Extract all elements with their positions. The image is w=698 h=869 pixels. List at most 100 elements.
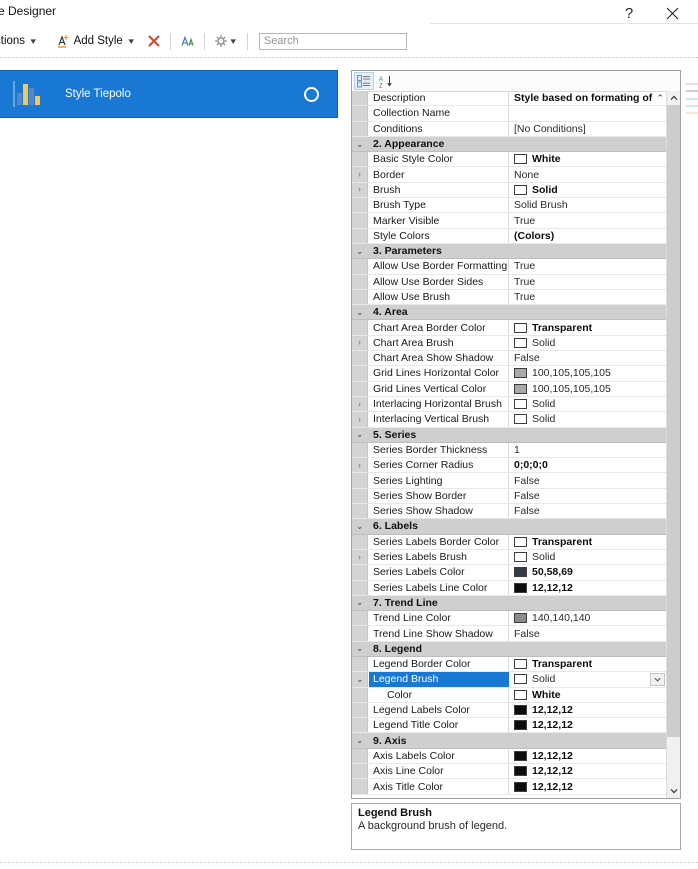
property-value-cell[interactable]: Solid [510,336,666,350]
property-value-cell[interactable]: White [510,152,666,166]
property-value-cell[interactable] [510,106,666,120]
property-category-header[interactable]: ⌄ 6. Labels [352,519,666,535]
color-swatch[interactable] [514,414,527,425]
color-swatch[interactable] [514,674,527,685]
property-name-cell[interactable]: Chart Area Brush [369,335,509,351]
property-row[interactable]: Legend Labels Color 12,12,12 [352,702,666,719]
property-row[interactable]: Chart Area Border Color Transparent [352,320,666,336]
property-category-header[interactable]: ⌄ 9. Axis [352,733,666,749]
property-value-cell[interactable]: White [510,688,666,702]
property-value-cell[interactable]: Solid [510,550,666,564]
property-name-cell[interactable]: Series Show Border [369,488,509,504]
property-name-cell[interactable]: Basic Style Color [369,152,509,167]
property-value-cell[interactable]: Solid Brush [510,198,666,212]
property-name-cell[interactable]: Series Labels Color [369,565,509,580]
property-value-cell[interactable]: False [510,504,666,518]
property-row[interactable]: Axis Labels Color 12,12,12 [352,748,666,765]
property-value-cell[interactable]: 50,58,69 [510,565,666,579]
chevron-down-icon[interactable]: ⌄ [357,598,364,607]
delete-style-button[interactable] [143,30,165,52]
property-row[interactable]: Series Show Shadow False [352,504,666,520]
chevron-down-icon[interactable]: ⌄ [357,246,364,256]
property-row[interactable]: › Series Corner Radius 0;0;0;0 [352,458,666,474]
property-name-cell[interactable]: Trend Line Show Shadow [369,626,509,641]
property-name-cell[interactable]: Trend Line Color [369,611,509,626]
style-list-item-tiepolo[interactable]: Style Tiepolo [0,70,338,118]
property-value-cell[interactable]: Solid [510,672,666,686]
font-button[interactable] [176,30,199,52]
property-row[interactable]: Marker Visible True [352,213,666,229]
property-value-cell[interactable]: 12,12,12 [510,581,666,595]
property-name-cell[interactable]: Axis Line Color [369,764,509,779]
actions-menu-button[interactable]: ctions ▾ [0,30,42,52]
property-name-cell[interactable]: Style Colors [369,228,509,243]
chevron-down-icon[interactable]: ⌄ [357,521,364,531]
chevron-right-icon[interactable]: › [358,170,361,179]
scroll-up-button[interactable] [667,91,680,105]
property-name-cell[interactable]: Series Border Thickness [369,442,509,458]
value-dropdown-button[interactable] [650,673,665,686]
property-value-cell[interactable]: 12,12,12 [510,764,666,778]
property-name-cell[interactable]: Marker Visible [369,213,509,228]
add-style-button[interactable]: Add Style ▾ [52,30,140,52]
property-row[interactable]: Axis Line Color 12,12,12 [352,764,666,780]
property-value-cell[interactable]: Transparent [510,320,666,334]
property-row[interactable]: › Interlacing Horizontal Brush Solid [352,396,666,413]
scroll-down-button[interactable] [667,784,680,798]
color-swatch[interactable] [514,368,527,379]
property-value-cell[interactable]: False [510,626,666,640]
property-value-cell[interactable]: 12,12,12 [510,749,666,763]
property-row[interactable]: Allow Use Border Formatting True [352,259,666,275]
property-value-cell[interactable]: 12,12,12 [510,703,666,717]
property-category-header[interactable]: ⌄ 7. Trend Line [352,595,666,612]
property-name-cell[interactable]: Axis Title Color [369,779,509,794]
property-name-cell[interactable]: Series Labels Line Color [369,580,509,595]
color-swatch[interactable] [514,766,527,777]
chevron-down-icon[interactable]: ⌄ [357,736,364,745]
property-name-cell[interactable]: Legend Brush [369,672,509,687]
property-value-cell[interactable]: 1 [510,443,666,457]
property-value-cell[interactable]: 140,140,140 [510,611,666,625]
property-row[interactable]: › Series Labels Brush Solid [352,549,666,566]
property-value-cell[interactable]: 12,12,12 [510,779,666,793]
property-value-cell[interactable]: Transparent [510,535,666,549]
property-row[interactable]: Trend Line Show Shadow False [352,626,666,642]
chevron-right-icon[interactable]: › [358,552,361,562]
chevron-right-icon[interactable]: › [358,414,361,424]
property-name-cell[interactable]: Color [369,687,509,702]
chevron-up-icon[interactable]: ⌃ [656,93,664,104]
property-row[interactable]: › Interlacing Vertical Brush Solid [352,412,666,428]
property-name-cell[interactable]: Grid Lines Vertical Color [369,381,509,396]
color-swatch[interactable] [514,322,527,333]
color-swatch[interactable] [514,613,527,624]
property-name-cell[interactable]: Series Corner Radius [369,458,509,473]
property-row[interactable]: Allow Use Border Sides True [352,274,666,290]
property-name-cell[interactable]: Interlacing Vertical Brush [369,412,509,427]
color-swatch[interactable] [514,552,527,563]
property-name-cell[interactable]: Grid Lines Horizontal Color [369,366,509,381]
property-value-cell[interactable]: Solid [510,412,666,426]
color-swatch[interactable] [514,383,527,394]
property-name-cell[interactable]: Series Labels Border Color [369,534,509,549]
property-name-cell[interactable]: Allow Use Border Formatting [369,259,509,274]
chevron-down-icon[interactable]: ⌄ [357,644,364,653]
property-row[interactable]: › Chart Area Brush Solid [352,335,666,352]
search-input[interactable] [258,32,407,50]
property-value-cell[interactable]: (Colors) [510,229,666,243]
property-name-cell[interactable]: Interlacing Horizontal Brush [369,396,509,412]
property-row[interactable]: Series Border Thickness 1 [352,442,666,459]
property-value-cell[interactable]: 0;0;0;0 [510,458,666,472]
property-value-cell[interactable]: True [510,259,666,273]
property-name-cell[interactable]: Brush Type [369,198,509,213]
chevron-down-icon[interactable]: ⌄ [357,139,364,149]
property-row[interactable]: Series Lighting False [352,473,666,489]
property-row[interactable]: › Border None [352,167,666,183]
property-row[interactable]: Series Labels Border Color Transparent [352,534,666,550]
property-row[interactable]: Collection Name [352,106,666,122]
property-name-cell[interactable]: Legend Border Color [369,656,509,672]
property-name-cell[interactable]: Chart Area Show Shadow [369,351,509,366]
property-name-cell[interactable]: Series Lighting [369,473,509,488]
alphabetical-sort-button[interactable]: A Z [376,72,396,90]
color-swatch[interactable] [514,536,527,547]
chevron-right-icon[interactable]: › [358,460,361,470]
